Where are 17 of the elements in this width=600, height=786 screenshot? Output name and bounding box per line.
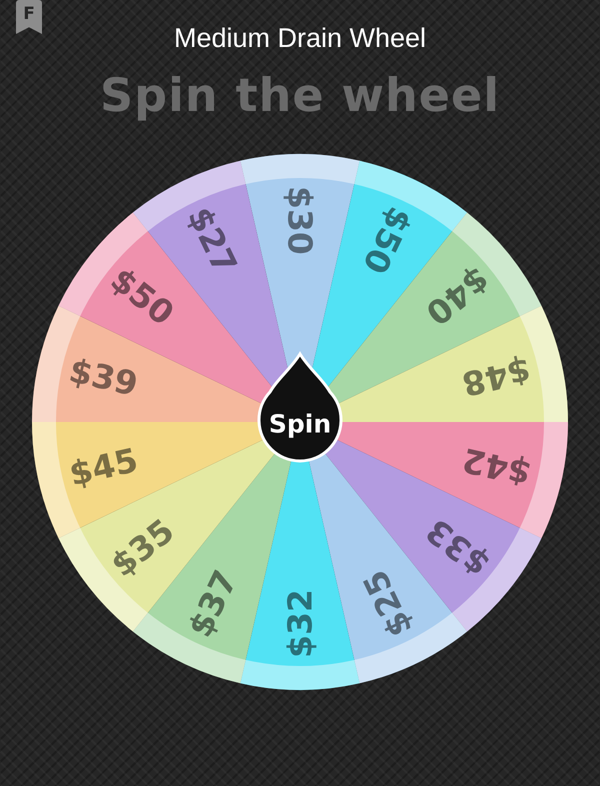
- segment-label: $45: [66, 440, 142, 494]
- segment-label: $48: [458, 350, 534, 404]
- segment-label: $27: [180, 200, 246, 280]
- segment-label: $40: [418, 260, 497, 334]
- segment-label: $39: [66, 350, 142, 404]
- segment-label: $25: [354, 564, 420, 644]
- segment-label: $42: [458, 440, 534, 494]
- segment-label: $37: [180, 564, 246, 644]
- segment-label: $50: [103, 260, 182, 334]
- segment-label: $32: [280, 589, 320, 658]
- bookmark-icon[interactable]: F: [16, 0, 42, 34]
- window-title: Medium Drain Wheel: [174, 22, 426, 54]
- spin-button[interactable]: Spin: [258, 352, 342, 462]
- heading: Spin the wheel: [100, 68, 500, 122]
- segment-label: $50: [354, 200, 420, 280]
- segment-label: $33: [418, 510, 497, 584]
- segment-label: $30: [280, 186, 320, 255]
